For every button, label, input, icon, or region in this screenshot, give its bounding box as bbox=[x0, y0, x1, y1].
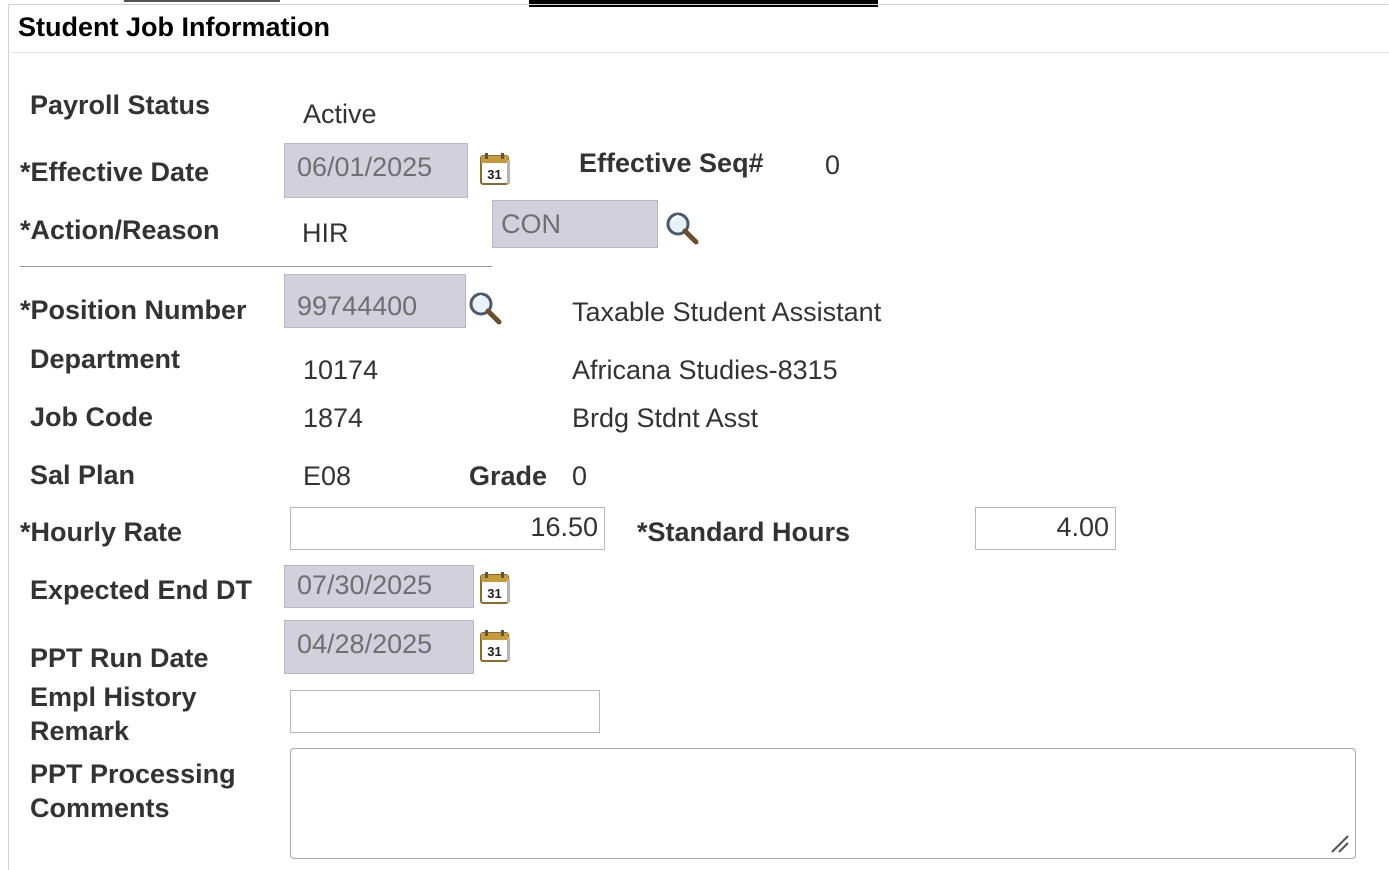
job-code-value: 1874 bbox=[303, 403, 364, 433]
standard-hours-input[interactable]: 4.00 bbox=[975, 507, 1116, 550]
effective-seq-label: Effective Seq# bbox=[579, 148, 764, 178]
ppt-processing-comments-label-line1: PPT Processing bbox=[30, 759, 236, 789]
position-number-field[interactable]: 99744400 bbox=[284, 274, 466, 328]
payroll-status-label: Payroll Status bbox=[30, 90, 211, 120]
hourly-rate-input[interactable]: 16.50 bbox=[290, 507, 605, 550]
position-description: Taxable Student Assistant bbox=[572, 297, 882, 327]
grade-label: Grade bbox=[469, 461, 548, 491]
action-value: HIR bbox=[302, 218, 349, 248]
action-reason-label: *Action/Reason bbox=[20, 215, 220, 245]
ppt-processing-comments-label-line2: Comments bbox=[30, 793, 170, 823]
ppt-run-date-value: 04/28/2025 bbox=[297, 629, 433, 659]
position-number-value: 99744400 bbox=[297, 291, 418, 321]
ppt-processing-comments-textarea[interactable] bbox=[290, 748, 1356, 859]
department-label: Department bbox=[30, 344, 181, 374]
calendar-icon[interactable] bbox=[480, 152, 510, 186]
resize-grip-icon[interactable] bbox=[1328, 832, 1350, 854]
reason-field[interactable]: CON bbox=[492, 200, 658, 248]
sal-plan-value: E08 bbox=[303, 461, 352, 491]
payroll-status-value: Active bbox=[303, 99, 377, 129]
expected-end-dt-label: Expected End DT bbox=[30, 575, 253, 605]
empl-history-remark-label-line2: Remark bbox=[30, 716, 130, 746]
department-description: Africana Studies-8315 bbox=[572, 355, 838, 385]
job-code-label: Job Code bbox=[30, 402, 154, 432]
effective-seq-value: 0 bbox=[825, 150, 841, 180]
department-value: 10174 bbox=[303, 355, 379, 385]
sal-plan-label: Sal Plan bbox=[30, 460, 136, 490]
student-job-info-panel bbox=[8, 4, 1388, 870]
reason-value: CON bbox=[501, 209, 561, 239]
calendar-icon[interactable] bbox=[480, 629, 510, 663]
calendar-icon[interactable] bbox=[480, 571, 510, 605]
expected-end-dt-field[interactable]: 07/30/2025 bbox=[284, 565, 474, 608]
ppt-run-date-label: PPT Run Date bbox=[30, 643, 209, 673]
job-code-description: Brdg Stdnt Asst bbox=[572, 403, 759, 433]
top-tab-underline bbox=[124, 0, 280, 2]
reason-lookup-icon[interactable] bbox=[664, 210, 700, 246]
hourly-rate-label: *Hourly Rate bbox=[20, 517, 183, 547]
position-lookup-icon[interactable] bbox=[467, 290, 503, 326]
empl-history-remark-input[interactable] bbox=[290, 690, 600, 733]
ppt-run-date-field[interactable]: 04/28/2025 bbox=[284, 620, 474, 674]
expected-end-dt-value: 07/30/2025 bbox=[297, 570, 433, 600]
section-title: Student Job Information bbox=[18, 12, 330, 42]
section-divider bbox=[20, 266, 492, 267]
effective-date-label: *Effective Date bbox=[20, 157, 210, 187]
effective-date-value: 06/01/2025 bbox=[297, 152, 433, 182]
effective-date-field[interactable]: 06/01/2025 bbox=[284, 143, 468, 198]
position-number-label: *Position Number bbox=[20, 295, 247, 325]
grade-value: 0 bbox=[572, 461, 588, 491]
standard-hours-label: *Standard Hours bbox=[637, 517, 851, 547]
empl-history-remark-label-line1: Empl History bbox=[30, 682, 197, 712]
